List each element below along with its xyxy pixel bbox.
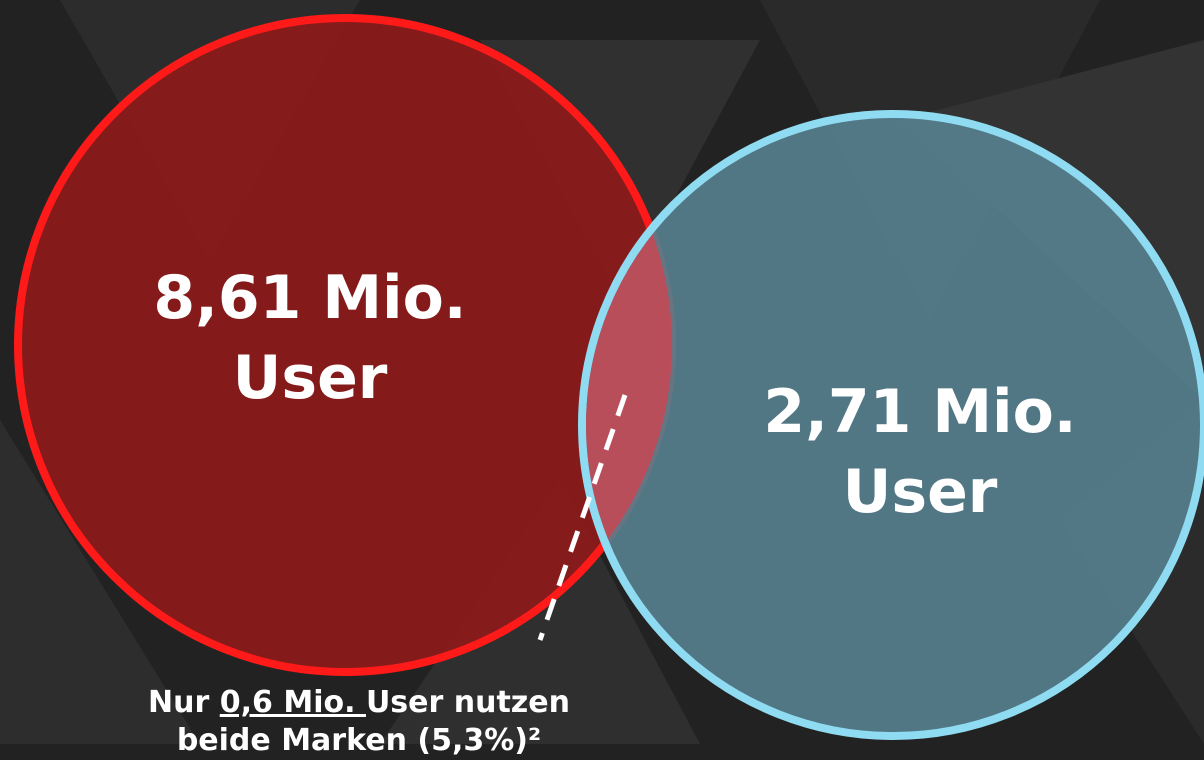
- right-value: 2,71 Mio.: [763, 377, 1077, 447]
- caption-prefix: Nur: [148, 685, 220, 720]
- left-circle-label: 8,61 Mio. User: [145, 258, 475, 418]
- caption-line-1: Nur 0,6 Mio. User nutzen: [100, 684, 618, 722]
- overlap-caption: Nur 0,6 Mio. User nutzen beide Marken (5…: [100, 684, 618, 760]
- caption-suffix: User nutzen: [365, 685, 570, 720]
- right-unit: User: [842, 457, 998, 527]
- caption-line-2: beide Marken (5,3%)²: [176, 723, 542, 758]
- left-unit: User: [232, 343, 388, 413]
- left-value: 8,61 Mio.: [153, 263, 467, 333]
- caption-highlight: 0,6 Mio.: [219, 685, 366, 720]
- right-circle-label: 2,71 Mio. User: [755, 372, 1085, 532]
